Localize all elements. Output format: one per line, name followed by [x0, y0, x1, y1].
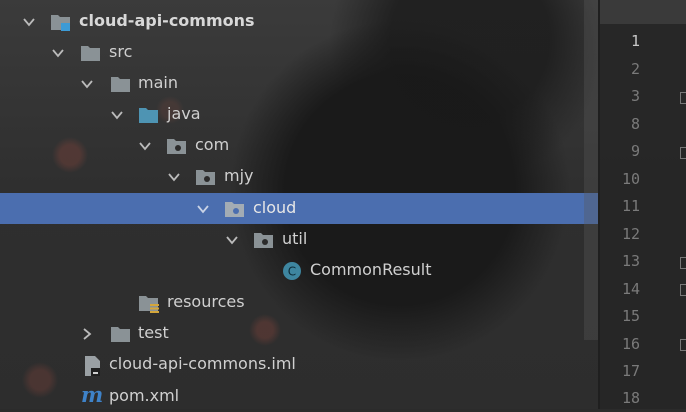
line-number: 8 [630, 115, 640, 133]
line-number: 13 [621, 252, 640, 270]
tree-item-commonresult[interactable]: C CommonResult [0, 255, 598, 286]
resources-folder-icon [138, 293, 160, 313]
line-number: 3 [630, 87, 640, 105]
chevron-down-icon[interactable] [164, 167, 184, 187]
tree-item-test[interactable]: test [0, 318, 598, 349]
tree-item-label: mjy [224, 166, 254, 185]
tree-item-pom[interactable]: m pom.xml [0, 381, 598, 412]
tree-item-resources[interactable]: resources [0, 287, 598, 318]
line-number: 18 [621, 389, 640, 407]
source-folder-icon [138, 105, 160, 125]
line-number: 14 [621, 280, 640, 298]
chevron-down-icon[interactable] [19, 12, 39, 32]
tree-item-label: cloud-api-commons.iml [109, 354, 296, 373]
folder-icon [80, 43, 102, 63]
maven-icon: m [80, 382, 103, 407]
line-number: 1 [630, 32, 640, 50]
fold-marker-icon[interactable] [680, 257, 686, 269]
line-number: 9 [630, 142, 640, 160]
line-number: 11 [621, 197, 640, 215]
tree-item-iml[interactable]: cloud-api-commons.iml [0, 349, 598, 380]
iml-file-icon [82, 355, 104, 376]
line-number: 17 [621, 362, 640, 380]
fold-marker-icon[interactable] [680, 92, 686, 104]
module-folder-icon [50, 12, 72, 32]
line-number: 16 [621, 335, 640, 353]
chevron-down-icon[interactable] [77, 74, 97, 94]
package-icon [224, 199, 246, 219]
tree-item-label: test [138, 323, 169, 342]
tree-item-mjy[interactable]: mjy [0, 161, 598, 192]
java-class-icon: C [282, 261, 304, 281]
line-number: 15 [621, 307, 640, 325]
tree-item-label: pom.xml [109, 386, 180, 405]
tree-item-label: resources [167, 292, 245, 311]
line-number: 10 [621, 170, 640, 188]
line-number: 2 [630, 60, 640, 78]
tree-item-com[interactable]: com [0, 130, 598, 161]
tree-item-label: util [282, 229, 308, 248]
svg-text:C: C [288, 265, 296, 279]
tree-item-label: src [109, 42, 133, 61]
package-icon [253, 230, 275, 250]
tree-scrollbar[interactable] [584, 0, 598, 340]
fold-marker-icon[interactable] [680, 147, 686, 159]
chevron-right-icon[interactable] [77, 324, 97, 344]
chevron-down-icon[interactable] [107, 105, 127, 125]
tree-item-java[interactable]: java [0, 99, 598, 130]
svg-text:m: m [81, 384, 103, 406]
project-tree: cloud-api-commons src main java com mjy … [0, 0, 598, 409]
tree-item-label: main [138, 73, 178, 92]
tree-item-util[interactable]: util [0, 224, 598, 255]
editor-tab-strip [600, 0, 686, 24]
tree-item-label: cloud [253, 198, 297, 217]
folder-icon [110, 324, 132, 344]
tree-item-main[interactable]: main [0, 68, 598, 99]
tree-item-label: cloud-api-commons [79, 11, 255, 30]
chevron-down-icon[interactable] [135, 136, 155, 156]
tree-item-label: com [195, 135, 230, 154]
package-icon [166, 136, 188, 156]
tree-item-cloud[interactable]: cloud [0, 193, 598, 224]
package-icon [195, 167, 217, 187]
chevron-down-icon[interactable] [222, 230, 242, 250]
tree-item-src[interactable]: src [0, 37, 598, 68]
fold-marker-icon[interactable] [680, 339, 686, 351]
folder-icon [110, 74, 132, 94]
tree-item-label: java [167, 104, 201, 123]
line-number: 12 [621, 225, 640, 243]
chevron-down-icon[interactable] [48, 43, 68, 63]
tree-item-label: CommonResult [310, 260, 432, 279]
tree-item-cloud-api-commons[interactable]: cloud-api-commons [0, 6, 598, 37]
fold-marker-icon[interactable] [680, 284, 686, 296]
chevron-down-icon[interactable] [193, 199, 213, 219]
